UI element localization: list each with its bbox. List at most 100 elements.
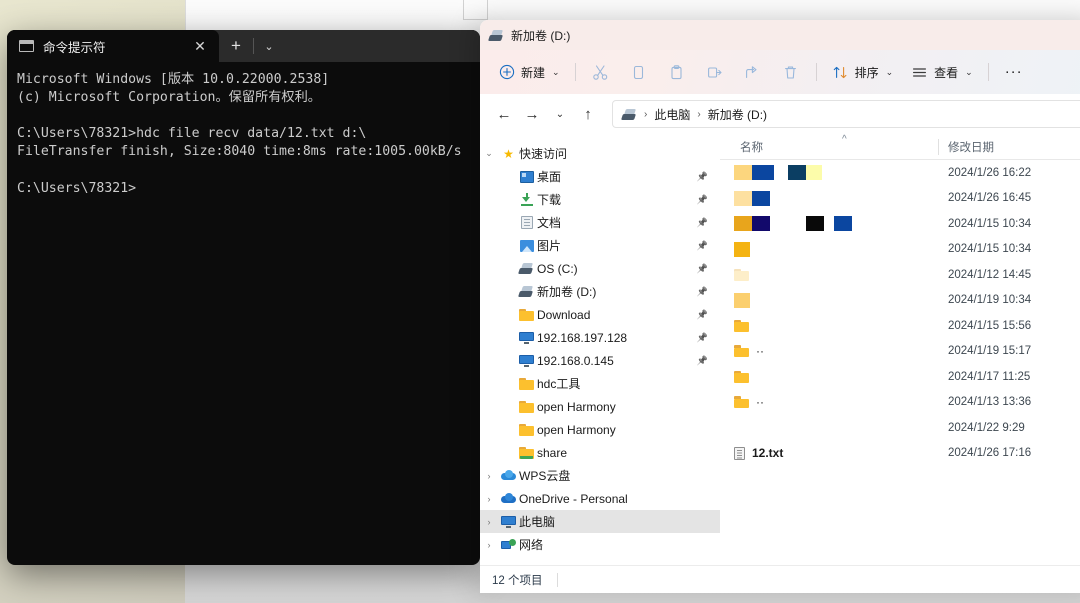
file-date-cell: 2024/1/19 15:17 — [948, 345, 1032, 358]
table-row[interactable]: 2024/1/15 10:34 — [720, 237, 1080, 263]
sidebar-item-11[interactable]: open Harmony — [480, 395, 720, 418]
sidebar-item-5[interactable]: OS (C:) 📌 — [480, 257, 720, 280]
sidebar-item-12[interactable]: open Harmony — [480, 418, 720, 441]
back-button[interactable]: ← — [490, 100, 518, 128]
table-row[interactable]: 2024/1/12 14:45 — [720, 262, 1080, 288]
file-list-rows[interactable]: 2024/1/26 16:22 2024/1/26 16:45 2024/1/15 … — [720, 160, 1080, 466]
table-row[interactable]: 2024/1/15 15:56 — [720, 313, 1080, 339]
breadcrumb-separator: › — [697, 108, 701, 120]
new-button-label: 新建 — [521, 65, 546, 80]
sidebar-item-label: 图片 — [537, 239, 562, 253]
chevron-down-icon[interactable]: ⌄ — [254, 30, 284, 62]
chevron-icon[interactable]: › — [480, 540, 498, 550]
sidebar-item-1[interactable]: 桌面 📌 — [480, 165, 720, 188]
column-header-date[interactable]: 修改日期 — [938, 139, 1080, 155]
breadcrumb-item-drive-d[interactable]: 新加卷 (D:) — [708, 106, 767, 123]
terminal-output[interactable]: Microsoft Windows [版本 10.0.22000.2538] (c… — [7, 62, 480, 565]
table-row[interactable]: 2024/1/19 10:34 — [720, 288, 1080, 314]
sidebar-item-10[interactable]: hdc工具 — [480, 372, 720, 395]
redaction-block — [752, 165, 774, 181]
breadcrumb-item-this-pc[interactable]: 此电脑 — [654, 106, 690, 123]
table-row[interactable]: 2024/1/26 16:22 — [720, 160, 1080, 186]
table-row[interactable]: 2024/1/17 11:25 — [720, 364, 1080, 390]
file-name-cell: ·· — [720, 344, 938, 358]
table-row[interactable]: ·· 2024/1/19 15:17 — [720, 339, 1080, 365]
recent-locations-button[interactable]: ⌄ — [546, 100, 574, 128]
terminal-line: Microsoft Windows [版本 10.0.22000.2538] — [17, 72, 330, 87]
file-name-label: ·· — [756, 395, 764, 410]
redacted-filename — [734, 241, 750, 257]
redaction-gap — [824, 216, 834, 231]
toolbar-divider-3 — [987, 63, 989, 81]
sidebar-item-3[interactable]: 文档 📌 — [480, 211, 720, 234]
share-button[interactable] — [734, 56, 772, 88]
more-options-button[interactable]: ··· — [995, 56, 1033, 88]
sidebar-item-17[interactable]: › 网络 — [480, 533, 720, 556]
table-row[interactable]: 2024/1/22 9:29 — [720, 415, 1080, 441]
desktop-icon — [516, 170, 537, 183]
chevron-icon[interactable]: › — [480, 517, 498, 527]
column-divider[interactable] — [938, 139, 939, 155]
onedrive-icon — [498, 493, 519, 504]
pin-icon[interactable]: 📌 — [697, 309, 708, 320]
new-tab-button[interactable]: + — [219, 30, 253, 62]
forward-button[interactable]: → — [518, 100, 546, 128]
table-row[interactable]: ·· 2024/1/13 13:36 — [720, 390, 1080, 416]
sidebar-item-9[interactable]: 192.168.0.145 📌 — [480, 349, 720, 372]
column-header-name[interactable]: 名称 ^ — [720, 134, 938, 155]
rename-button[interactable] — [696, 56, 734, 88]
explorer-titlebar[interactable]: 新加卷 (D:) — [480, 20, 1080, 50]
chevron-icon[interactable]: ⌄ — [480, 148, 498, 159]
command-prompt-window[interactable]: 命令提示符 ✕ + ⌄ Microsoft Windows [版本 10.0.2… — [7, 30, 480, 565]
sidebar-item-13[interactable]: share — [480, 441, 720, 464]
file-explorer-window[interactable]: 新加卷 (D:) 新建 ⌄ 排序 ⌄ 查看 ⌄ ··· ← → ⌄ ↑ › 此电… — [480, 20, 1080, 593]
pin-icon[interactable]: 📌 — [697, 355, 708, 366]
sort-icon — [833, 66, 847, 78]
pictures-icon — [516, 239, 537, 252]
delete-button[interactable] — [772, 56, 810, 88]
sidebar-item-label: 快速访问 — [519, 147, 568, 161]
sort-button[interactable]: 排序 ⌄ — [823, 56, 903, 88]
up-button[interactable]: ↑ — [574, 100, 602, 128]
pin-icon[interactable]: 📌 — [697, 171, 708, 182]
paste-button[interactable] — [658, 56, 696, 88]
folder-icon — [734, 370, 749, 383]
file-date-cell: 2024/1/17 11:25 — [948, 370, 1031, 383]
sidebar-item-14[interactable]: › WPS云盘 — [480, 464, 720, 487]
redaction-gap — [774, 165, 788, 180]
chevron-icon[interactable]: › — [480, 471, 498, 481]
explorer-toolbar[interactable]: 新建 ⌄ 排序 ⌄ 查看 ⌄ ··· — [480, 50, 1080, 94]
background-window-notch — [463, 0, 488, 20]
new-button[interactable]: 新建 ⌄ — [490, 56, 569, 88]
sidebar-item-6[interactable]: 新加卷 (D:) 📌 — [480, 280, 720, 303]
pin-icon[interactable]: 📌 — [697, 332, 708, 343]
terminal-tab-strip: 命令提示符 ✕ + ⌄ — [7, 30, 480, 62]
table-row[interactable]: 2024/1/26 16:45 — [720, 186, 1080, 212]
cut-button[interactable] — [582, 56, 620, 88]
table-row[interactable]: 2024/1/15 10:34 — [720, 211, 1080, 237]
file-list-pane[interactable]: 名称 ^ 修改日期 2024/1/26 16:22 2024/1/26 16:45… — [720, 134, 1080, 565]
sidebar-item-label: 192.168.0.145 — [537, 353, 614, 368]
terminal-tab[interactable]: 命令提示符 ✕ — [7, 30, 219, 62]
sidebar-item-16[interactable]: › 此电脑 — [480, 510, 720, 533]
pin-icon[interactable]: 📌 — [697, 286, 708, 297]
pin-icon[interactable]: 📌 — [697, 194, 708, 205]
sidebar-item-0[interactable]: ⌄ ★ 快速访问 — [480, 142, 720, 165]
view-button[interactable]: 查看 ⌄ — [902, 56, 982, 88]
pin-icon[interactable]: 📌 — [697, 217, 708, 228]
close-icon[interactable]: ✕ — [189, 38, 211, 55]
chevron-icon[interactable]: › — [480, 494, 498, 504]
sidebar-item-7[interactable]: Download 📌 — [480, 303, 720, 326]
sidebar-item-8[interactable]: 192.168.197.128 📌 — [480, 326, 720, 349]
sidebar-item-2[interactable]: 下载 📌 — [480, 188, 720, 211]
sidebar-item-15[interactable]: › OneDrive - Personal — [480, 487, 720, 510]
navigation-pane[interactable]: ⌄ ★ 快速访问 桌面 📌 下载 📌 文档 📌 图片 📌 OS (C:) 📌 新加卷 (D:) 📌 Downl… — [480, 134, 720, 565]
pin-icon[interactable]: 📌 — [697, 263, 708, 274]
table-row[interactable]: 12.txt 2024/1/26 17:16 — [720, 441, 1080, 467]
breadcrumb[interactable]: › 此电脑 › 新加卷 (D:) — [612, 100, 1080, 128]
explorer-address-bar[interactable]: ← → ⌄ ↑ › 此电脑 › 新加卷 (D:) — [480, 94, 1080, 134]
sidebar-item-4[interactable]: 图片 📌 — [480, 234, 720, 257]
sidebar-item-label: hdc工具 — [537, 377, 581, 391]
copy-button[interactable] — [620, 56, 658, 88]
pin-icon[interactable]: 📌 — [697, 240, 708, 251]
